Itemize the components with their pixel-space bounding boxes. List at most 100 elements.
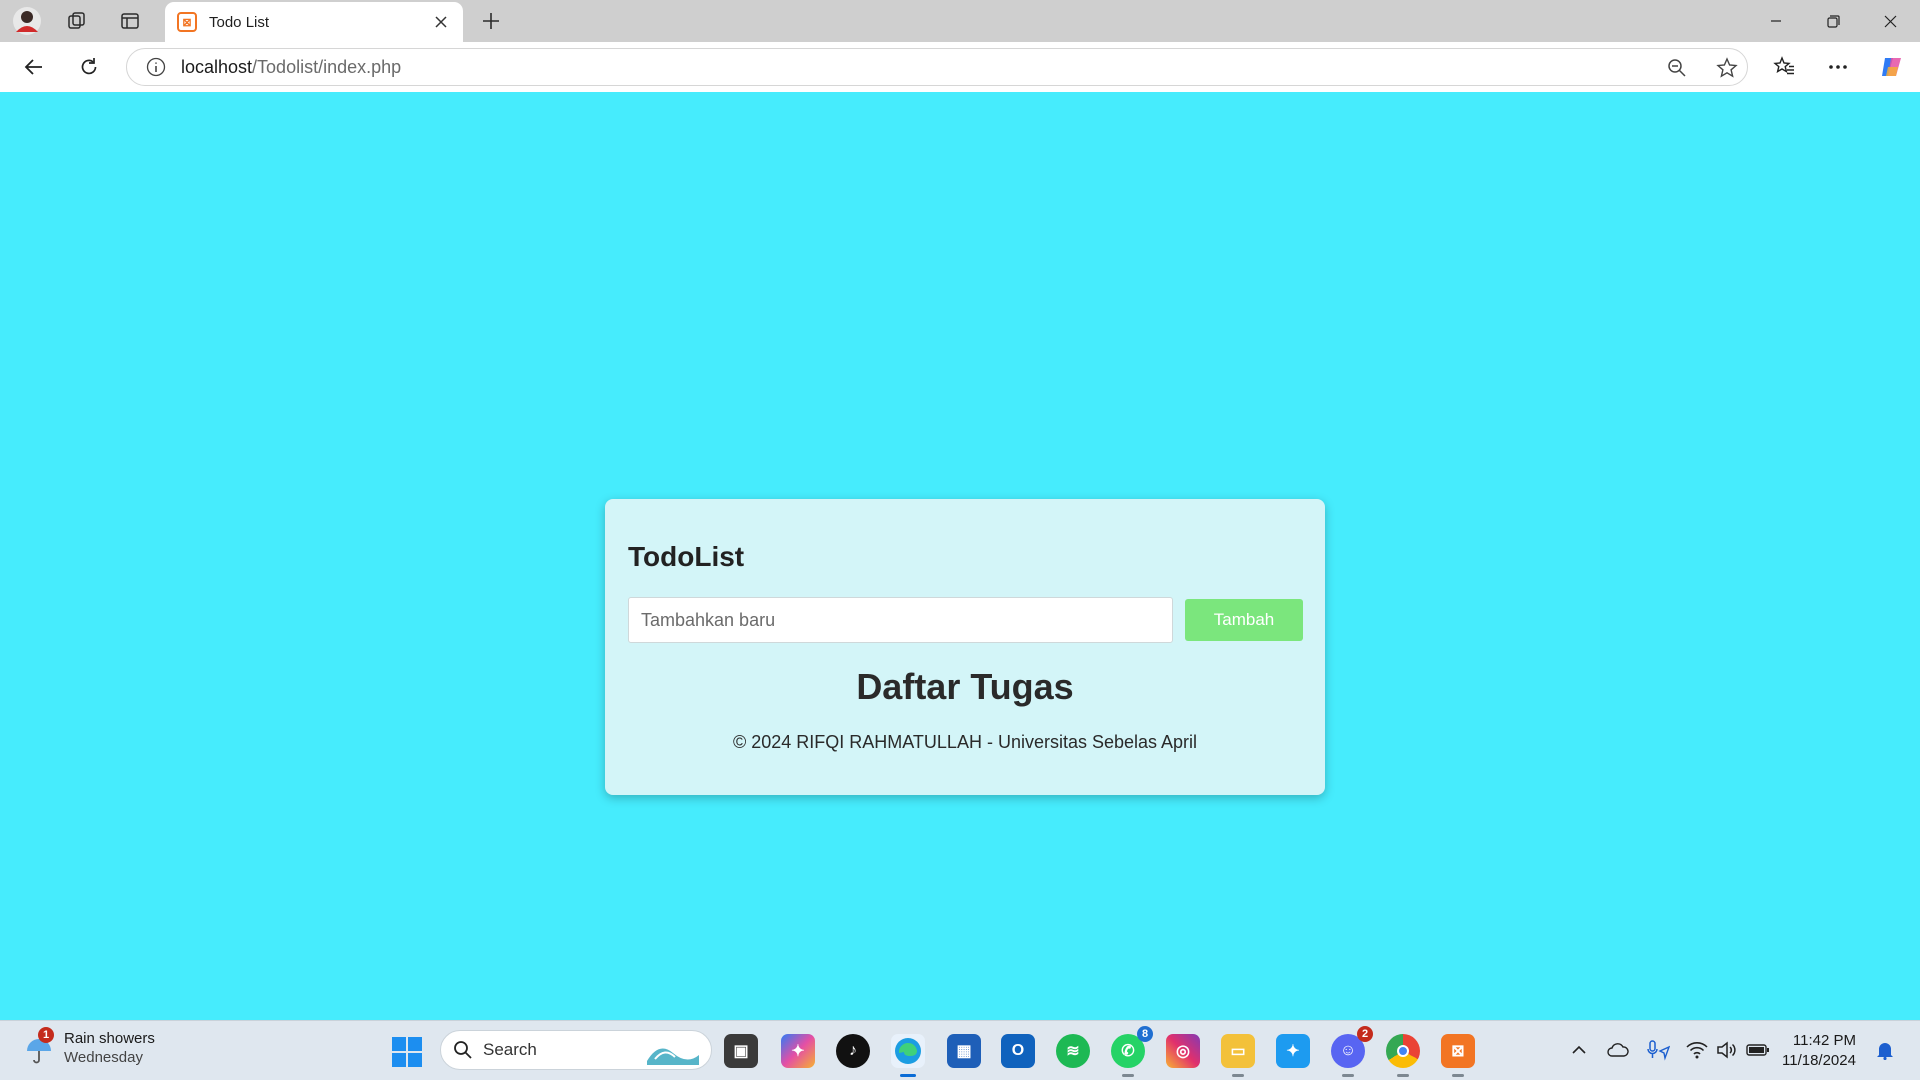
chrome-icon xyxy=(1397,1045,1409,1057)
url-host: localhost xyxy=(181,56,253,77)
windows-taskbar: 1 Rain showers Wednesday Search ▣ ✦ ♪ ▦ … xyxy=(0,1020,1920,1080)
wifi-tray[interactable] xyxy=(1684,1037,1710,1063)
store-app[interactable]: ▦ xyxy=(947,1034,981,1068)
favorites-list-icon xyxy=(1773,56,1794,75)
task-list-heading: Daftar Tugas xyxy=(856,666,1074,707)
microphone-icon xyxy=(1647,1040,1670,1061)
refresh-button[interactable] xyxy=(71,50,107,84)
cloud-icon xyxy=(1607,1043,1629,1057)
discord-app[interactable]: ☺ 2 xyxy=(1331,1026,1373,1077)
tiktok-icon: ♪ xyxy=(849,1042,857,1059)
notifications-button[interactable] xyxy=(1872,1037,1898,1063)
profile-avatar[interactable] xyxy=(10,5,44,37)
spotify-app[interactable]: ≋ xyxy=(1056,1034,1090,1068)
whatsapp-icon: ✆ xyxy=(1121,1043,1135,1060)
discord-icon: ☺ xyxy=(1339,1042,1357,1059)
new-tab-button[interactable] xyxy=(474,5,508,37)
workspaces-icon xyxy=(68,12,85,29)
site-info-icon[interactable] xyxy=(145,56,167,78)
folder-icon: ▭ xyxy=(1230,1043,1246,1060)
vertical-tabs-button[interactable] xyxy=(113,5,147,37)
copilot-button[interactable] xyxy=(1874,50,1910,84)
search-label: Search xyxy=(483,1040,537,1059)
tab-todo-list[interactable]: ⊠ Todo List xyxy=(165,2,463,42)
battery-tray[interactable] xyxy=(1745,1037,1771,1063)
start-button[interactable] xyxy=(391,1036,423,1068)
minimize-icon xyxy=(1771,20,1781,22)
url-path: /Todolist/index.php xyxy=(252,56,402,77)
url-text: localhost/Todolist/index.php xyxy=(181,57,401,78)
workspaces-button[interactable] xyxy=(60,5,94,37)
chrome-app[interactable] xyxy=(1386,1034,1420,1077)
footer-copyright: © 2024 RIFQI RAHMATULLAH - Universitas S… xyxy=(732,732,1198,752)
address-bar[interactable]: localhost/Todolist/index.php xyxy=(126,48,1748,86)
show-hidden-icons-button[interactable] xyxy=(1566,1037,1592,1063)
close-window-button[interactable] xyxy=(1862,0,1918,42)
weather-badge: 1 xyxy=(38,1027,54,1043)
close-icon xyxy=(1884,15,1896,27)
taskbar-search[interactable]: Search xyxy=(440,1030,712,1070)
clock-time: 11:42 PM xyxy=(1792,1032,1856,1049)
restore-icon xyxy=(1826,14,1840,28)
favorite-star-icon[interactable] xyxy=(1715,57,1739,79)
back-button[interactable] xyxy=(16,50,52,84)
zoom-out-icon[interactable] xyxy=(1665,57,1689,79)
new-task-input[interactable] xyxy=(628,597,1173,643)
copilot-app[interactable]: ✦ xyxy=(781,1034,815,1068)
discord-running-indicator xyxy=(1342,1074,1354,1077)
refresh-icon xyxy=(81,58,97,75)
plus-icon xyxy=(483,13,499,29)
tiktok-app[interactable]: ♪ xyxy=(836,1034,870,1068)
volume-tray[interactable] xyxy=(1714,1037,1740,1063)
tab-title: Todo List xyxy=(209,13,270,31)
whatsapp-badge: 8 xyxy=(1137,1026,1153,1042)
weather-day: Wednesday xyxy=(64,1049,143,1066)
explorer-running-indicator xyxy=(1232,1074,1244,1077)
twitter-app[interactable]: ✦ xyxy=(1276,1034,1310,1068)
arrow-left-icon xyxy=(24,59,42,75)
windows-logo-icon xyxy=(392,1037,422,1067)
microphone-location-tray[interactable] xyxy=(1645,1037,1671,1063)
whatsapp-app[interactable]: ✆ 8 xyxy=(1111,1026,1153,1077)
task-view-app[interactable]: ▣ xyxy=(724,1034,758,1068)
copilot-icon xyxy=(1882,58,1901,76)
close-icon xyxy=(435,16,447,28)
store-bag-icon: ▦ xyxy=(956,1043,972,1060)
discord-badge: 2 xyxy=(1357,1026,1373,1042)
page-viewport: TodoList Tambah Daftar Tugas © 2024 RIFQ… xyxy=(5,92,1915,1016)
weather-widget[interactable]: 1 Rain showers Wednesday xyxy=(22,1027,155,1067)
twitter-bird-icon: ✦ xyxy=(1286,1043,1300,1060)
outlook-icon: O xyxy=(1011,1042,1025,1059)
add-task-button[interactable]: Tambah xyxy=(1185,599,1303,641)
xampp-favicon-icon: ⊠ xyxy=(177,12,197,32)
spotify-icon: ≋ xyxy=(1066,1043,1080,1060)
tab-actions-icon xyxy=(121,13,139,29)
wifi-icon xyxy=(1686,1042,1708,1059)
xampp-app[interactable]: ⊠ xyxy=(1441,1034,1475,1077)
outlook-app[interactable]: O xyxy=(1001,1034,1035,1068)
onedrive-tray[interactable] xyxy=(1605,1037,1631,1063)
edge-active-indicator xyxy=(900,1074,916,1077)
edge-icon xyxy=(895,1038,921,1064)
app-title: TodoList xyxy=(628,541,745,572)
system-clock[interactable]: 11:42 PM 11/18/2024 xyxy=(1782,1031,1856,1071)
more-menu-button[interactable] xyxy=(1820,50,1856,84)
favorites-button[interactable] xyxy=(1766,50,1802,84)
instagram-app[interactable]: ◎ xyxy=(1166,1034,1200,1068)
file-explorer-app[interactable]: ▭ xyxy=(1221,1034,1255,1077)
instagram-icon: ◎ xyxy=(1176,1043,1190,1060)
task-view-icon: ▣ xyxy=(733,1043,749,1060)
minimize-button[interactable] xyxy=(1748,0,1804,42)
battery-icon xyxy=(1746,1044,1769,1056)
bell-icon xyxy=(1877,1043,1893,1060)
weather-condition: Rain showers xyxy=(64,1030,155,1047)
search-highlight-wave-icon xyxy=(647,1048,699,1065)
restore-button[interactable] xyxy=(1805,0,1861,42)
todo-card: TodoList Tambah Daftar Tugas © 2024 RIFQ… xyxy=(605,499,1325,795)
close-tab-button[interactable] xyxy=(431,12,451,32)
edge-app[interactable] xyxy=(891,1034,925,1077)
tab-bar: ⊠ Todo List xyxy=(0,0,1920,42)
xampp-running-indicator xyxy=(1452,1074,1464,1077)
search-icon xyxy=(454,1041,472,1059)
ellipsis-icon xyxy=(1829,65,1847,69)
